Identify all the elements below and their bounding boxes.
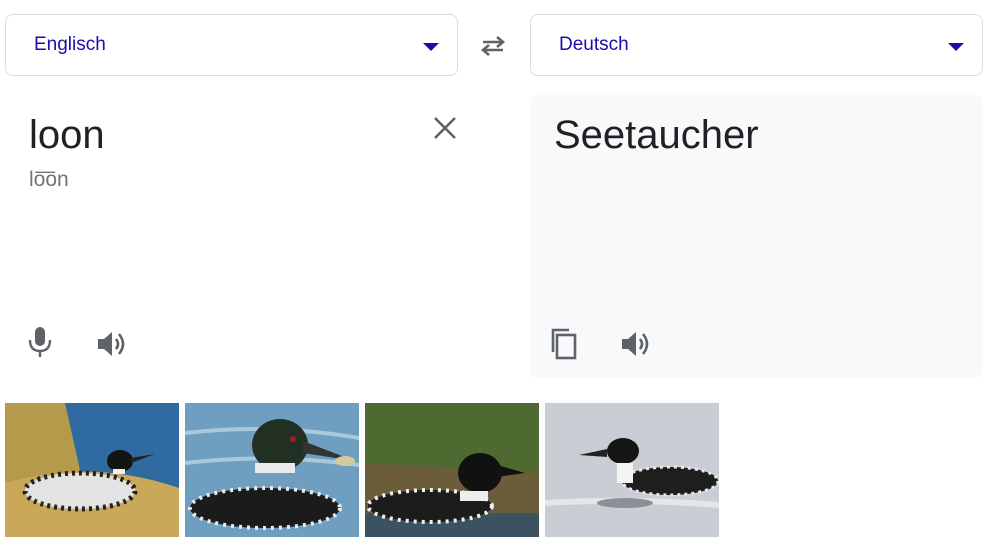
phonetic-transcription: lo͞on: [29, 168, 69, 191]
chevron-down-icon: [423, 43, 439, 51]
swap-arrows-icon: [480, 36, 506, 56]
loon-image-4[interactable]: [545, 403, 719, 537]
clear-text-button[interactable]: [430, 113, 460, 143]
target-language-select[interactable]: Deutsch: [530, 14, 983, 76]
microphone-button[interactable]: [22, 324, 58, 360]
source-panel: loon lo͞on: [5, 95, 485, 378]
copy-translation-button[interactable]: [546, 326, 582, 362]
copy-icon: [551, 328, 577, 360]
chevron-down-icon: [948, 43, 964, 51]
swap-languages-button[interactable]: [475, 30, 511, 62]
translation-text: Seetaucher: [554, 113, 759, 157]
speaker-icon: [98, 332, 125, 356]
loon-image-1[interactable]: [5, 403, 179, 537]
close-icon: [434, 117, 456, 139]
microphone-icon: [28, 327, 52, 357]
translation-panel: Seetaucher: [530, 95, 983, 378]
source-language-select[interactable]: Englisch: [5, 14, 458, 76]
loon-image-3[interactable]: [365, 403, 539, 537]
translation-listen-button[interactable]: [618, 326, 654, 362]
loon-image-2[interactable]: [185, 403, 359, 537]
target-language-label: Deutsch: [559, 34, 629, 55]
source-listen-button[interactable]: [94, 326, 130, 362]
source-language-label: Englisch: [34, 34, 106, 55]
speaker-icon: [622, 332, 649, 356]
source-text-input[interactable]: loon: [29, 113, 105, 158]
